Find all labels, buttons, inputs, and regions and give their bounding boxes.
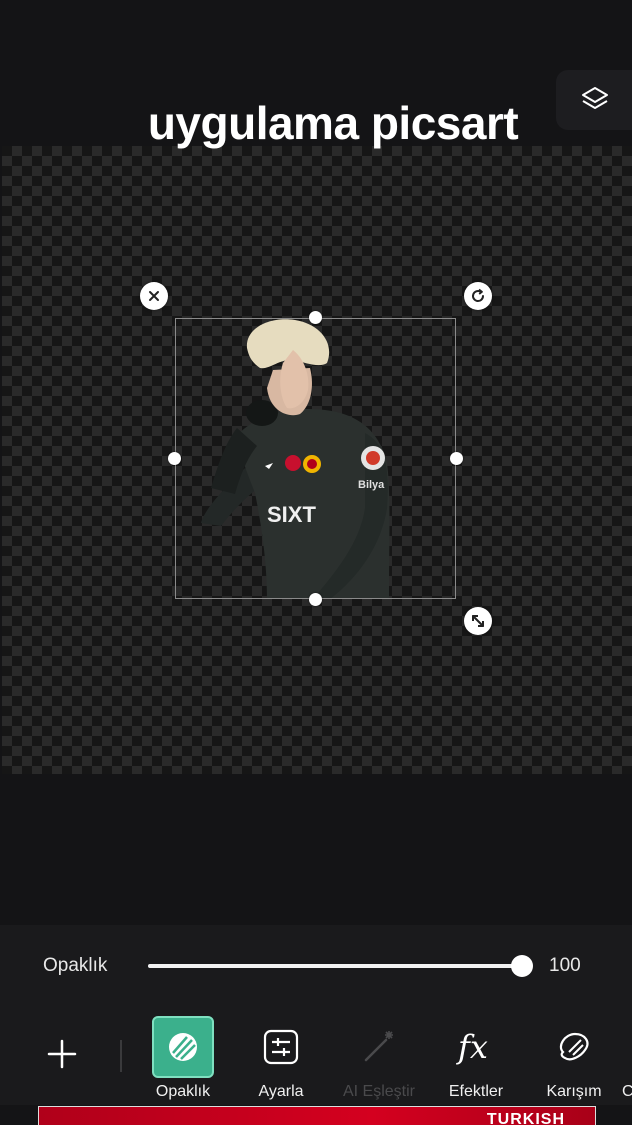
resize-diagonal-icon [472, 615, 484, 627]
tool-adjust[interactable]: Ayarla [236, 1016, 326, 1106]
selection-box [175, 318, 456, 599]
tool-blend[interactable]: Karışım [529, 1016, 619, 1106]
tool-label: Opaklık [155, 1083, 211, 1100]
toolbar-divider [120, 1040, 122, 1072]
blend-icon [559, 1032, 589, 1061]
opacity-label: Opaklık [43, 955, 108, 976]
tool-label: Ayarla [258, 1083, 304, 1100]
layers-button[interactable] [556, 70, 632, 130]
close-icon [149, 291, 159, 301]
tool-ai-match[interactable]: AI Eşleştir [334, 1016, 424, 1106]
tool-label: Efektler [448, 1083, 504, 1100]
resize-handle-bottom[interactable] [309, 593, 322, 606]
plus-icon [47, 1039, 77, 1069]
opacity-value: 100 [549, 955, 581, 976]
scale-button[interactable] [464, 607, 492, 635]
add-button[interactable] [44, 1036, 80, 1072]
magic-wand-icon [364, 1031, 393, 1062]
tool-label: Karışım [546, 1083, 602, 1100]
tool-overflow-label: C [622, 1083, 632, 1100]
tool-opacity[interactable]: Opaklık [138, 1016, 228, 1106]
resize-handle-top[interactable] [309, 311, 322, 324]
svg-text:fx: fx [456, 1028, 488, 1066]
opacity-slider-track[interactable] [148, 964, 522, 968]
ad-text: TURKISH [486, 1111, 565, 1125]
resize-handle-right[interactable] [450, 452, 463, 465]
layers-icon [582, 87, 608, 109]
opacity-icon [169, 1033, 197, 1061]
delete-layer-button[interactable] [140, 282, 168, 310]
tool-effects[interactable]: fx Efektler [431, 1016, 521, 1106]
rotate-icon [472, 288, 485, 302]
ad-banner[interactable]: TURKISH [38, 1106, 596, 1125]
overlay-caption: uygulama picsart [147, 97, 519, 149]
fx-icon: fx [456, 1028, 488, 1066]
resize-handle-left[interactable] [168, 452, 181, 465]
adjust-icon [263, 1029, 299, 1065]
opacity-slider-thumb[interactable] [511, 955, 533, 977]
tool-label: AI Eşleştir [342, 1083, 415, 1100]
rotate-button[interactable] [464, 282, 492, 310]
